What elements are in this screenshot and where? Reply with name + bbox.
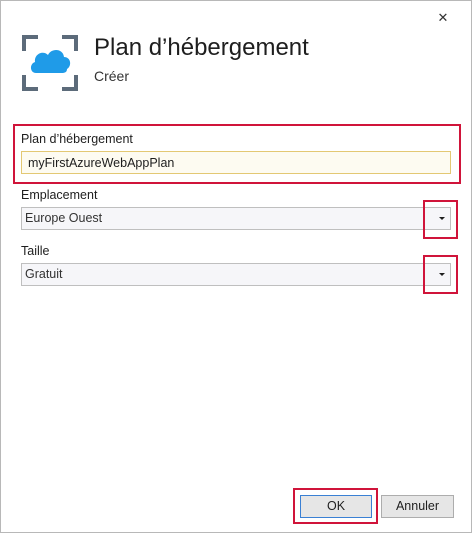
location-select[interactable]: Europe Ouest [21,207,451,230]
cancel-button[interactable]: Annuler [381,495,454,518]
location-label: Emplacement [21,188,98,202]
dialog-subtitle: Créer [94,68,130,84]
app-service-plan-cloud-icon [21,34,79,92]
location-dropdown-arrow-icon[interactable] [434,208,450,229]
dialog-title: Plan d’hébergement [94,34,309,61]
size-dropdown-arrow-icon[interactable] [434,264,450,285]
close-icon[interactable]: ✕ [431,7,455,29]
location-value: Europe Ouest [25,211,103,225]
plan-name-label: Plan d’hébergement [21,132,133,146]
plan-name-input[interactable] [21,151,451,174]
ok-button[interactable]: OK [300,495,372,518]
size-select[interactable]: Gratuit [21,263,451,286]
size-value: Gratuit [25,267,63,281]
hosting-plan-dialog: ✕ Plan d’hébergement Créer Plan d’héberg… [0,0,472,533]
size-label: Taille [21,244,50,258]
